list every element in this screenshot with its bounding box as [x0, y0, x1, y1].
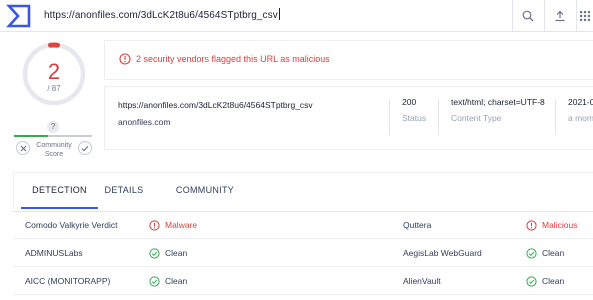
verdict: Clean [149, 240, 187, 267]
status-label: Status [402, 113, 427, 123]
detection-count: 2 [47, 59, 61, 84]
url-info-card: https://anonfiles.com/3dLcK2t8u6/4564STp… [104, 86, 593, 150]
apps-grid-icon[interactable] [577, 0, 593, 32]
community-score-bar [14, 135, 92, 137]
vendor-name: ADMINUSLabs [25, 248, 83, 258]
close-icon [20, 145, 26, 151]
detection-score-panel: 2 / 87 ? Community Score [0, 33, 104, 163]
vote-malicious-button[interactable] [16, 141, 30, 155]
top-bar: https://anonfiles.com/3dLcK2t8u6/4564STp… [0, 0, 593, 32]
status-value: 200 [402, 97, 417, 107]
report-tabs: DETECTION DETAILS COMMUNITY [13, 172, 593, 210]
check-circle-icon [149, 276, 160, 287]
vendor-name: Quttera [403, 220, 432, 230]
vendor-name: Comodo Valkyrie Verdict [25, 220, 118, 230]
virustotal-logo-icon[interactable] [6, 3, 32, 29]
verdict-label: Clean [542, 248, 565, 258]
detection-table: Comodo Valkyrie Verdict Malware Quttera … [13, 211, 593, 300]
tab-detection[interactable]: DETECTION [21, 173, 98, 209]
check-circle-icon [149, 248, 160, 259]
verdict: Clean [526, 268, 564, 295]
check-circle-icon [526, 248, 537, 259]
search-icon[interactable] [513, 0, 543, 32]
community-score: ? Community Score [12, 121, 92, 163]
verdict-label: Clean [165, 276, 188, 286]
url-hostname[interactable]: anonfiles.com [118, 117, 170, 127]
verdict: Malicious [526, 212, 577, 239]
alert-circle-icon [119, 53, 131, 65]
table-row: ADMINUSLabs Clean AegisLab WebGuard Clea… [13, 240, 593, 267]
tab-community[interactable]: COMMUNITY [164, 173, 246, 209]
content-type-label: Content Type [451, 113, 502, 123]
url-search-value: https://anonfiles.com/3dLcK2t8u6/4564STp… [44, 10, 278, 21]
verdict-label: Clean [165, 248, 188, 258]
alert-circle-icon [526, 220, 537, 231]
url-search-input[interactable]: https://anonfiles.com/3dLcK2t8u6/4564STp… [44, 5, 509, 27]
verdict-label: Clean [542, 276, 565, 286]
community-score-label: Community Score [36, 142, 72, 158]
malicious-alert-banner: 2 security vendors flagged this URL as m… [104, 40, 593, 80]
alert-circle-icon [149, 220, 160, 231]
verdict: Clean [149, 268, 187, 295]
engine-total: / 87 [47, 84, 61, 93]
verdict-label: Malware [165, 220, 198, 230]
verdict: Clean [526, 240, 564, 267]
upload-icon[interactable] [545, 0, 575, 32]
verdict: Malware [149, 212, 197, 239]
verdict-label: Malicious [542, 220, 578, 230]
tab-details[interactable]: DETAILS [98, 173, 150, 209]
vendor-name: AlienVault [403, 276, 441, 286]
checkmark-icon [81, 145, 89, 151]
vendor-name: AegisLab WebGuard [403, 248, 482, 258]
analysis-date-label: a mom [568, 113, 593, 123]
scanned-url: https://anonfiles.com/3dLcK2t8u6/4564STp… [118, 100, 313, 110]
table-row: AICC (MONITORAPP) Clean AlienVault Clean [13, 268, 593, 295]
check-circle-icon [526, 276, 537, 287]
analysis-date-value: 2021-0 [568, 97, 593, 107]
vendor-name: AICC (MONITORAPP) [25, 276, 111, 286]
community-score-value: ? [47, 121, 59, 133]
content-type-value: text/html; charset=UTF-8 [451, 97, 545, 107]
alert-message: 2 security vendors flagged this URL as m… [136, 54, 330, 64]
vote-harmless-button[interactable] [78, 141, 92, 155]
table-row: Comodo Valkyrie Verdict Malware Quttera … [13, 212, 593, 239]
